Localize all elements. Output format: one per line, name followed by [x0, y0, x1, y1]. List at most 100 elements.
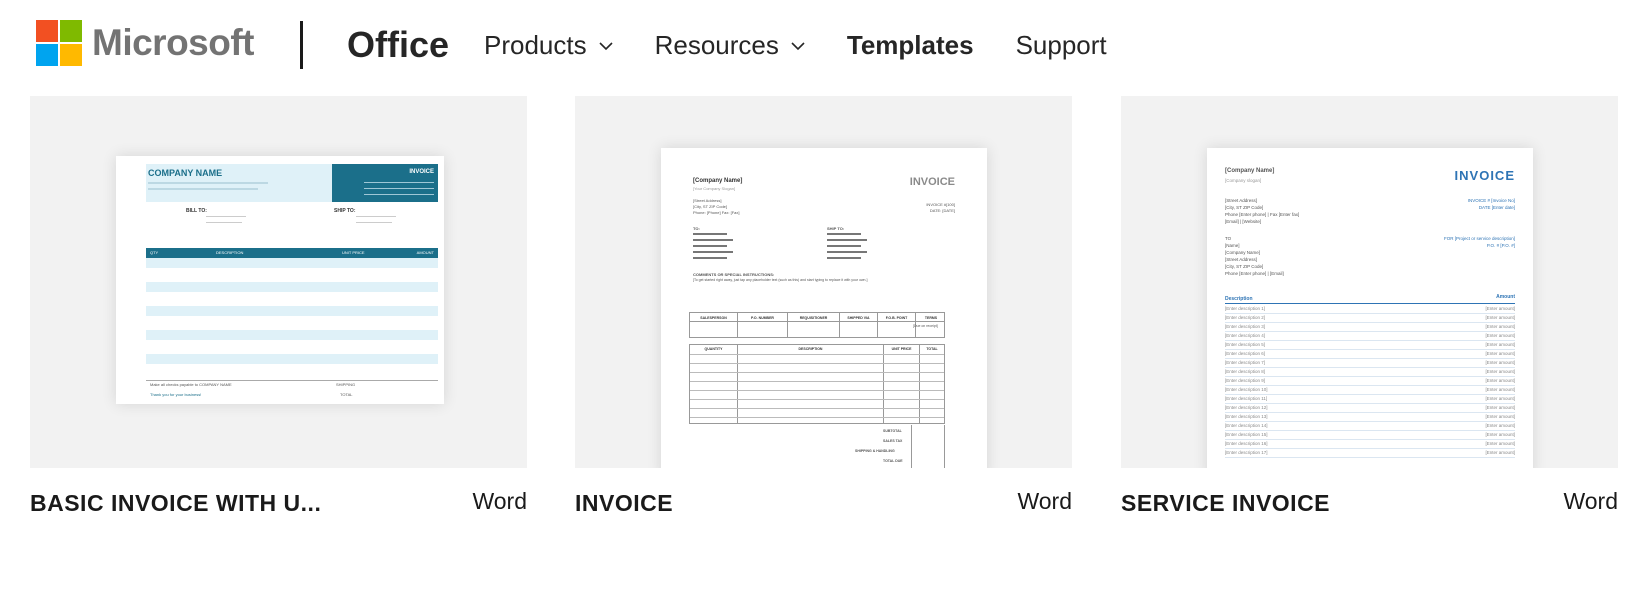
preview-line [148, 188, 258, 190]
preview-table-row [146, 330, 438, 340]
nav-templates[interactable]: Templates [847, 30, 974, 61]
preview-to-name: [Name] [1225, 243, 1240, 248]
preview-line [693, 239, 733, 241]
preview-invoice-title: INVOICE [409, 169, 434, 175]
preview-line [1225, 430, 1515, 431]
template-card-service-invoice[interactable]: [Company Name] [Company slogan] INVOICE … [1121, 96, 1618, 516]
main-nav: Products Resources Templates Support [484, 30, 1149, 61]
preview-bill-to: BILL TO: [186, 208, 207, 214]
preview-row-amount: [Enter amount] [1485, 333, 1515, 338]
preview-line [206, 216, 246, 217]
preview-date: DATE: [DATE] [929, 208, 955, 213]
preview-line [1225, 358, 1515, 359]
nav-resources[interactable]: Resources [655, 30, 805, 61]
preview-line [690, 381, 944, 382]
template-title[interactable]: SERVICE INVOICE [1121, 490, 1330, 517]
preview-city: [City, ST ZIP Code] [1225, 205, 1264, 210]
preview-company-name: COMPANY NAME [148, 168, 223, 178]
preview-line [1225, 313, 1515, 314]
preview-table-header: QTY DESCRIPTION UNIT PRICE AMOUNT [146, 248, 438, 258]
preview-line [1225, 322, 1515, 323]
preview-line [1225, 331, 1515, 332]
preview-row-description: [Enter description 12] [1225, 405, 1268, 410]
chevron-down-icon [599, 39, 613, 53]
preview-col-qty: QTY [150, 250, 159, 255]
preview-line [1225, 349, 1515, 350]
preview-row-description: [Enter description 13] [1225, 414, 1268, 419]
preview-line [690, 390, 944, 391]
preview-table-row [146, 366, 438, 376]
preview-row-description: [Enter description 10] [1225, 387, 1268, 392]
preview-phone: Phone [Enter phone] | Fax [Enter fax] [1225, 212, 1300, 217]
preview-row-amount: [Enter amount] [1485, 306, 1515, 311]
preview-line [690, 354, 944, 355]
preview-line [690, 399, 944, 400]
preview-line [690, 417, 944, 418]
preview-thanks: Thank you for your business! [150, 392, 202, 397]
preview-line [356, 216, 396, 217]
preview-row-amount: [Enter amount] [1485, 387, 1515, 392]
preview-to-phone: Phone [Enter phone] | [Email] [1225, 271, 1284, 276]
nav-resources-label: Resources [654, 30, 779, 60]
preview-shipping: SHIPPING & HANDLING [855, 449, 895, 453]
document-preview: [Company Name] [Company slogan] INVOICE … [1207, 148, 1533, 468]
nav-support[interactable]: Support [1016, 30, 1107, 61]
preview-line [693, 245, 727, 247]
preview-total-due: TOTAL DUE [883, 459, 903, 463]
preview-line [1225, 403, 1515, 404]
preview-to-company: [Company Name] [1225, 250, 1261, 255]
preview-row-description: [Enter description 2] [1225, 315, 1266, 320]
nav-templates-label: Templates [846, 30, 974, 60]
preview-line [206, 222, 242, 223]
preview-row-description: [Enter description 3] [1225, 324, 1266, 329]
preview-line [1225, 340, 1515, 341]
preview-row-description: [Enter description 4] [1225, 333, 1266, 338]
preview-totals-box [911, 425, 945, 468]
preview-col-amount: AMOUNT [416, 250, 434, 255]
logo-square-red [36, 20, 58, 42]
preview-ship-to: SHIP TO: [827, 226, 845, 231]
preview-row-amount: [Enter amount] [1485, 351, 1515, 356]
template-card-basic-invoice[interactable]: COMPANY NAME INVOICE BILL TO: SHIP TO: Q… [30, 96, 527, 516]
preview-line [827, 257, 861, 259]
preview-line [827, 245, 861, 247]
preview-line [690, 372, 944, 373]
preview-row-description: [Enter description 8] [1225, 369, 1266, 374]
preview-row-amount: [Enter amount] [1485, 324, 1515, 329]
preview-line [364, 182, 434, 183]
nav-products[interactable]: Products [484, 30, 613, 61]
preview-row-description: [Enter description 7] [1225, 360, 1266, 365]
preview-table-row [146, 306, 438, 316]
microsoft-wordmark: Microsoft [92, 22, 255, 63]
office-link[interactable]: Office [347, 24, 449, 66]
chevron-down-icon [791, 39, 805, 53]
template-thumbnail[interactable]: COMPANY NAME INVOICE BILL TO: SHIP TO: Q… [30, 96, 527, 468]
preview-line [1225, 367, 1515, 368]
logo-square-green [60, 20, 82, 42]
preview-row-description: [Enter description 6] [1225, 351, 1266, 356]
preview-table-row [146, 318, 438, 328]
preview-table-row [146, 270, 438, 280]
preview-row-description: [Enter description 1] [1225, 306, 1266, 311]
template-title[interactable]: BASIC INVOICE WITH U... [30, 490, 321, 517]
microsoft-logo[interactable]: Microsoft [36, 20, 255, 66]
preview-col-amount: Amount [1496, 294, 1515, 300]
site-header: Microsoft Office Products Resources Temp… [0, 0, 1648, 96]
preview-invoice-box: INVOICE [332, 164, 438, 202]
template-app-label: Word [1017, 488, 1072, 514]
preview-line [364, 194, 434, 195]
nav-products-label: Products [484, 30, 587, 60]
template-thumbnail[interactable]: [Company Name] [Company slogan] INVOICE … [1121, 96, 1618, 468]
preview-line [690, 408, 944, 409]
preview-line [1225, 394, 1515, 395]
preview-address-3: Phone: [Phone] Fax: [Fax] [693, 210, 740, 215]
preview-invoice-title: INVOICE [909, 176, 955, 188]
preview-row-description: [Enter description 9] [1225, 378, 1266, 383]
template-thumbnail[interactable]: [Company Name] [Your Company Slogan] INV… [575, 96, 1072, 468]
template-card-invoice[interactable]: [Company Name] [Your Company Slogan] INV… [575, 96, 1072, 516]
preview-email: [Email] | [Website] [1225, 219, 1262, 224]
preview-row-amount: [Enter amount] [1485, 414, 1515, 419]
preview-row-description: [Enter description 14] [1225, 423, 1268, 428]
preview-line [1225, 421, 1515, 422]
template-title[interactable]: INVOICE [575, 490, 673, 517]
